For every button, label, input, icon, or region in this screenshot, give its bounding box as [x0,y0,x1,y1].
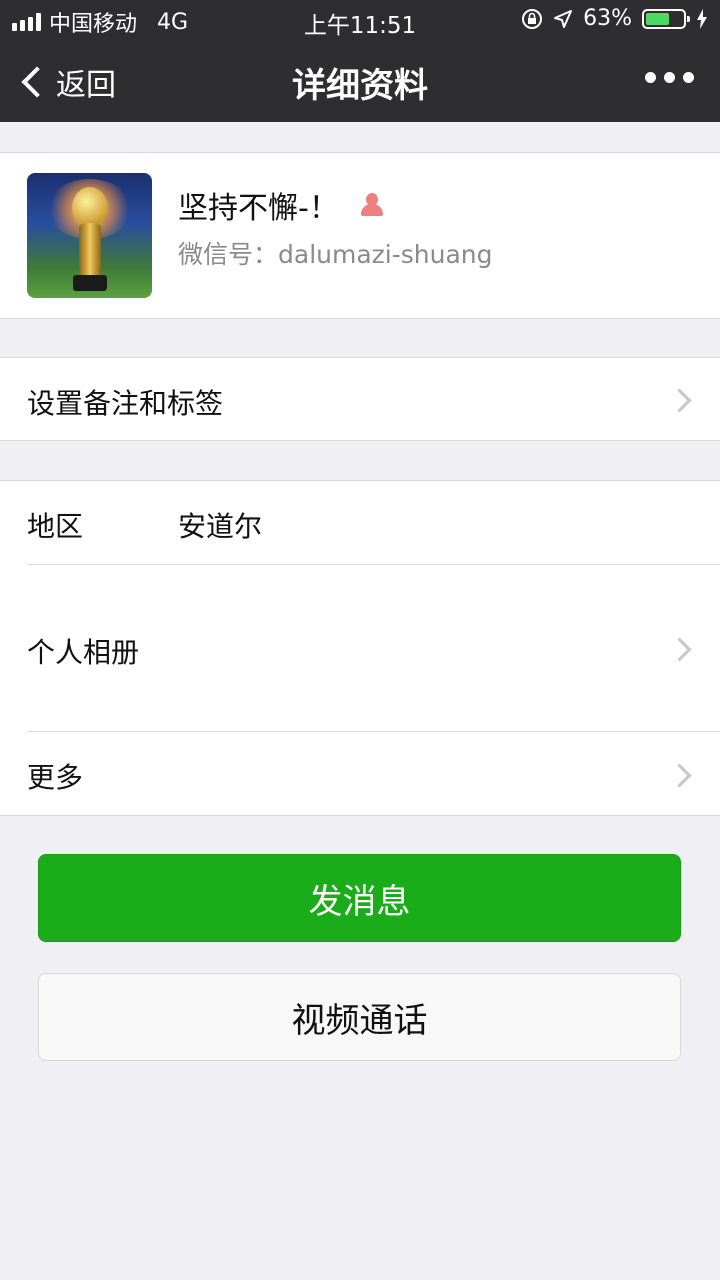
charging-bolt-icon [697,8,707,29]
name-row: 坚持不懈-！ [178,183,383,227]
contact-name: 坚持不懈-！ [178,191,339,226]
video-call-button[interactable]: 视频通话 [38,973,681,1061]
avatar[interactable] [27,173,152,298]
region-value: 安道尔 [178,510,263,543]
nav-bar: 返回 详细资料 [0,40,720,122]
battery-percent: 63% [583,6,632,31]
top-bar: 中国移动 4G 上午11:51 63% 返回 详细资料 [0,0,720,122]
battery-fill [646,12,669,25]
set-remark-row[interactable]: 设置备注和标签 [0,357,720,441]
chevron-right-icon [667,388,692,413]
status-right: 63% [521,6,708,31]
chevron-right-icon [667,763,692,788]
battery-icon [642,8,690,29]
personal-album-label: 个人相册 [27,636,140,669]
details-group: 地区 安道尔 个人相册 更多 [0,480,720,816]
chevron-right-icon [667,637,692,662]
wechat-id: 微信号：dalumazi-shuang [178,240,493,269]
divider [27,731,720,732]
location-arrow-icon [554,9,573,28]
set-remark-label: 设置备注和标签 [27,387,224,420]
female-icon [360,193,383,217]
region-label: 地区 [27,510,84,543]
send-message-button[interactable]: 发消息 [38,854,681,942]
more-options-icon[interactable] [645,72,694,83]
divider [27,564,720,565]
status-bar: 中国移动 4G 上午11:51 63% [0,0,720,40]
orientation-lock-icon [522,8,543,29]
profile-card: 坚持不懈-！ 微信号：dalumazi-shuang [0,152,720,319]
more-label: 更多 [27,761,84,794]
page-title: 详细资料 [292,66,428,106]
